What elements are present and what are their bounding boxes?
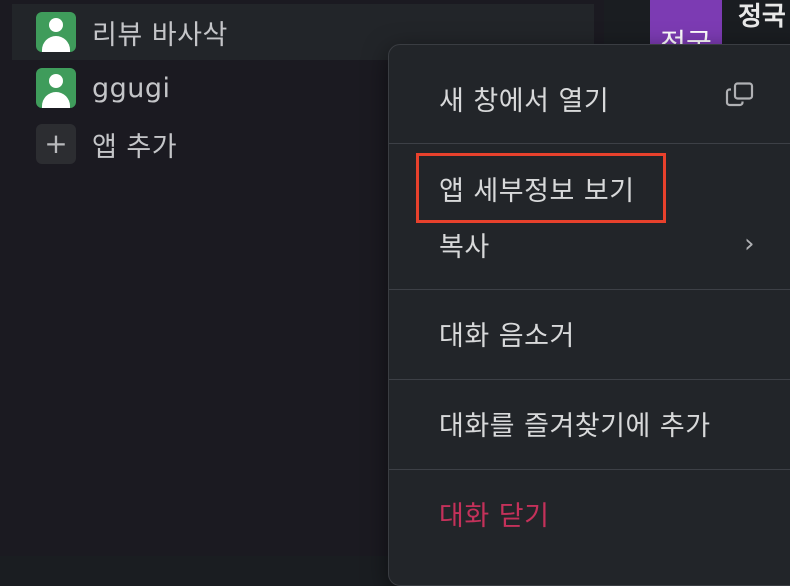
menu-item-copy[interactable]: 복사 › xyxy=(389,216,790,272)
open-in-new-window-icon xyxy=(725,82,755,115)
menu-item-label: 복사 xyxy=(439,231,490,263)
channel-name: 정국 xyxy=(738,2,786,32)
context-menu: 새 창에서 열기 앱 세부정보 보기 복사 › 대화 음소거 대화를 즐겨찾기에… xyxy=(388,44,790,586)
menu-item-close-conversation[interactable]: 대화 닫기 xyxy=(389,485,790,541)
user-avatar-icon xyxy=(36,12,76,52)
menu-item-label: 대화 음소거 xyxy=(439,320,575,352)
menu-item-open-new-window[interactable]: 새 창에서 열기 xyxy=(389,70,790,126)
menu-item-mute-conversation[interactable]: 대화 음소거 xyxy=(389,305,790,361)
menu-divider xyxy=(389,379,790,380)
menu-item-label: 대화 닫기 xyxy=(439,500,550,532)
sidebar-item-label: ggugi xyxy=(92,72,171,104)
user-avatar-icon xyxy=(36,68,76,108)
menu-divider xyxy=(389,289,790,290)
highlight-box xyxy=(416,153,666,223)
menu-item-label: 새 창에서 열기 xyxy=(439,85,610,117)
menu-item-add-to-favorites[interactable]: 대화를 즐겨찾기에 추가 xyxy=(389,395,790,451)
plus-icon: + xyxy=(36,124,76,164)
sidebar-item-label: 리뷰 바사삭 xyxy=(92,19,228,51)
chevron-right-icon: › xyxy=(744,229,755,259)
sidebar-item-label: 앱 추가 xyxy=(92,131,178,163)
menu-divider xyxy=(389,469,790,470)
menu-item-label: 대화를 즐겨찾기에 추가 xyxy=(439,410,711,442)
menu-divider xyxy=(389,143,790,144)
